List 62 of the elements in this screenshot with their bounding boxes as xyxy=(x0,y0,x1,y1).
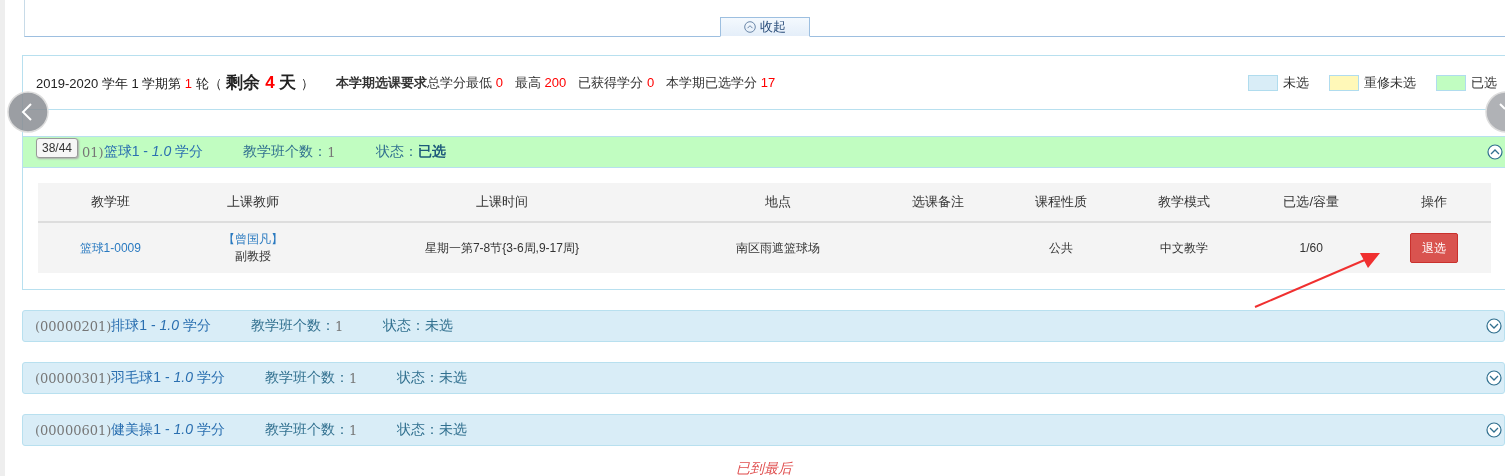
column-header: 已选/容量 xyxy=(1245,183,1377,222)
credit-requirement: 已获得学分 0 xyxy=(578,73,655,92)
legend-label: 未选 xyxy=(1283,73,1309,92)
column-header: 教学班 xyxy=(38,183,183,222)
status-value: 未选 xyxy=(439,369,468,387)
chevron-up-icon xyxy=(744,21,756,33)
status-value: 已选 xyxy=(417,143,446,161)
chevron-down-icon[interactable] xyxy=(1486,422,1502,438)
chevron-down-icon[interactable] xyxy=(1486,318,1502,334)
course-code: (00000201) xyxy=(35,318,112,334)
page-tooltip: 38/44 xyxy=(36,138,79,158)
course-title: 篮球1 - 1.0 学分 xyxy=(103,143,204,161)
column-header: 教学模式 xyxy=(1122,183,1246,222)
chevron-up-icon[interactable] xyxy=(1487,144,1503,160)
course-nature: 公共 xyxy=(1048,240,1073,255)
class-time: 星期一第7-8节{3-6周,9-17周} xyxy=(424,240,579,255)
status-label: 状态： xyxy=(375,143,418,161)
status-value: 未选 xyxy=(425,317,454,335)
course-code: (00000301) xyxy=(35,370,112,386)
term-info: 2019-2020 学年 1 学期第 1 轮（ 剩余 4 天 ） xyxy=(36,72,315,94)
legend-label: 重修未选 xyxy=(1364,73,1416,92)
credit-requirement: 最高 200 xyxy=(515,73,567,92)
status-label: 状态： xyxy=(397,421,440,439)
course-code: (00000601) xyxy=(35,422,112,438)
class-count-label: 教学班个数： xyxy=(264,421,349,439)
class-count: 1 xyxy=(327,144,336,160)
class-count-label: 教学班个数： xyxy=(264,369,349,387)
status-label: 状态： xyxy=(397,369,440,387)
status-value: 未选 xyxy=(439,421,468,439)
course-code: 01) xyxy=(82,144,104,160)
class-link[interactable]: 篮球1-0009 xyxy=(79,240,141,255)
course-header[interactable]: (00000301)羽毛球1 - 1.0 学分 教学班个数：1 状态：未选 xyxy=(22,362,1505,394)
status-label: 状态： xyxy=(383,317,426,335)
end-of-list-text: 已到最后 xyxy=(735,460,792,476)
class-count: 1 xyxy=(348,370,358,386)
class-count: 1 xyxy=(334,318,344,334)
column-header: 课程性质 xyxy=(999,183,1123,222)
course-title: 健美操1 - 1.0 学分 xyxy=(111,421,225,439)
teaching-mode: 中文教学 xyxy=(1159,240,1208,255)
teacher-name[interactable]: 【曾国凡】 xyxy=(183,231,323,248)
enrolled-capacity: 1/60 xyxy=(1299,241,1323,255)
requirement-title: 本学期选课要求 xyxy=(336,73,428,92)
column-header: 地点 xyxy=(679,183,876,222)
chevron-down-icon[interactable] xyxy=(1486,370,1502,386)
class-count-label: 教学班个数： xyxy=(250,317,335,335)
course-header[interactable]: (00000201)排球1 - 1.0 学分 教学班个数：1 状态：未选 xyxy=(22,310,1505,342)
column-header: 操作 xyxy=(1376,183,1491,222)
credit-requirement: 本学期已选学分 17 xyxy=(666,73,776,92)
course-title: 羽毛球1 - 1.0 学分 xyxy=(111,369,225,387)
course-header[interactable]: (00000601)健美操1 - 1.0 学分 教学班个数：1 状态：未选 xyxy=(22,414,1505,446)
teacher-title: 副教授 xyxy=(234,248,273,265)
credit-requirement: 总学分最低 0 xyxy=(427,73,503,92)
column-header: 上课教师 xyxy=(182,183,324,222)
legend-label: 已选 xyxy=(1471,73,1497,92)
column-header: 上课时间 xyxy=(323,183,680,222)
drop-button[interactable]: 退选 xyxy=(1409,233,1458,263)
class-location: 南区雨遮篮球场 xyxy=(735,240,820,255)
collapse-tab[interactable]: 收起 xyxy=(720,17,810,37)
class-count-label: 教学班个数： xyxy=(243,143,328,161)
column-header: 选课备注 xyxy=(876,183,1000,222)
course-title: 排球1 - 1.0 学分 xyxy=(111,317,211,335)
class-count: 1 xyxy=(348,422,358,438)
